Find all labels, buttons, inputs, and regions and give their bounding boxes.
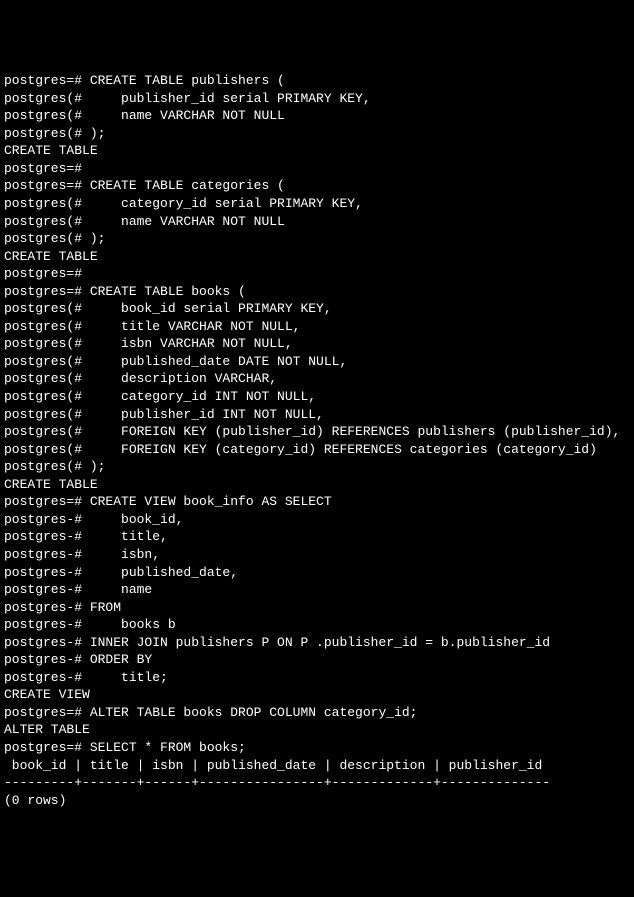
terminal-line: ALTER TABLE — [4, 721, 630, 739]
terminal-line: postgres(# published_date DATE NOT NULL, — [4, 353, 630, 371]
terminal-line: postgres(# FOREIGN KEY (category_id) REF… — [4, 441, 630, 459]
terminal-line: postgres(# ); — [4, 125, 630, 143]
terminal-line: postgres(# category_id serial PRIMARY KE… — [4, 195, 630, 213]
terminal-line: postgres=# CREATE TABLE categories ( — [4, 177, 630, 195]
terminal-line: postgres(# FOREIGN KEY (publisher_id) RE… — [4, 423, 630, 441]
terminal-line: postgres(# name VARCHAR NOT NULL — [4, 213, 630, 231]
terminal-line: postgres(# ); — [4, 458, 630, 476]
terminal-line: postgres-# title; — [4, 669, 630, 687]
terminal-line: postgres=# — [4, 265, 630, 283]
terminal-line: postgres-# FROM — [4, 599, 630, 617]
terminal-line: CREATE VIEW — [4, 686, 630, 704]
terminal-output[interactable]: postgres=# CREATE TABLE publishers (post… — [4, 72, 630, 809]
terminal-line: (0 rows) — [4, 792, 630, 810]
terminal-line: postgres(# description VARCHAR, — [4, 370, 630, 388]
terminal-line: postgres-# ORDER BY — [4, 651, 630, 669]
terminal-line: postgres(# title VARCHAR NOT NULL, — [4, 318, 630, 336]
terminal-line: book_id | title | isbn | published_date … — [4, 757, 630, 775]
terminal-line: postgres(# ); — [4, 230, 630, 248]
terminal-line: postgres=# CREATE TABLE publishers ( — [4, 72, 630, 90]
terminal-line: postgres=# CREATE TABLE books ( — [4, 283, 630, 301]
terminal-line: postgres=# SELECT * FROM books; — [4, 739, 630, 757]
terminal-line: postgres(# book_id serial PRIMARY KEY, — [4, 300, 630, 318]
terminal-line: postgres-# book_id, — [4, 511, 630, 529]
terminal-line: postgres-# isbn, — [4, 546, 630, 564]
terminal-line: postgres(# name VARCHAR NOT NULL — [4, 107, 630, 125]
terminal-line: postgres(# publisher_id serial PRIMARY K… — [4, 90, 630, 108]
terminal-line: postgres(# isbn VARCHAR NOT NULL, — [4, 335, 630, 353]
terminal-line: postgres-# name — [4, 581, 630, 599]
terminal-line: postgres-# books b — [4, 616, 630, 634]
terminal-line: CREATE TABLE — [4, 476, 630, 494]
terminal-line: postgres=# CREATE VIEW book_info AS SELE… — [4, 493, 630, 511]
terminal-line: postgres(# category_id INT NOT NULL, — [4, 388, 630, 406]
terminal-line: postgres=# — [4, 160, 630, 178]
terminal-line: postgres-# title, — [4, 528, 630, 546]
terminal-line: CREATE TABLE — [4, 142, 630, 160]
terminal-line: postgres(# publisher_id INT NOT NULL, — [4, 406, 630, 424]
terminal-line: CREATE TABLE — [4, 248, 630, 266]
terminal-line: postgres-# published_date, — [4, 564, 630, 582]
terminal-line: postgres-# INNER JOIN publishers P ON P … — [4, 634, 630, 652]
terminal-line: postgres=# ALTER TABLE books DROP COLUMN… — [4, 704, 630, 722]
terminal-line: ---------+-------+------+---------------… — [4, 774, 630, 792]
